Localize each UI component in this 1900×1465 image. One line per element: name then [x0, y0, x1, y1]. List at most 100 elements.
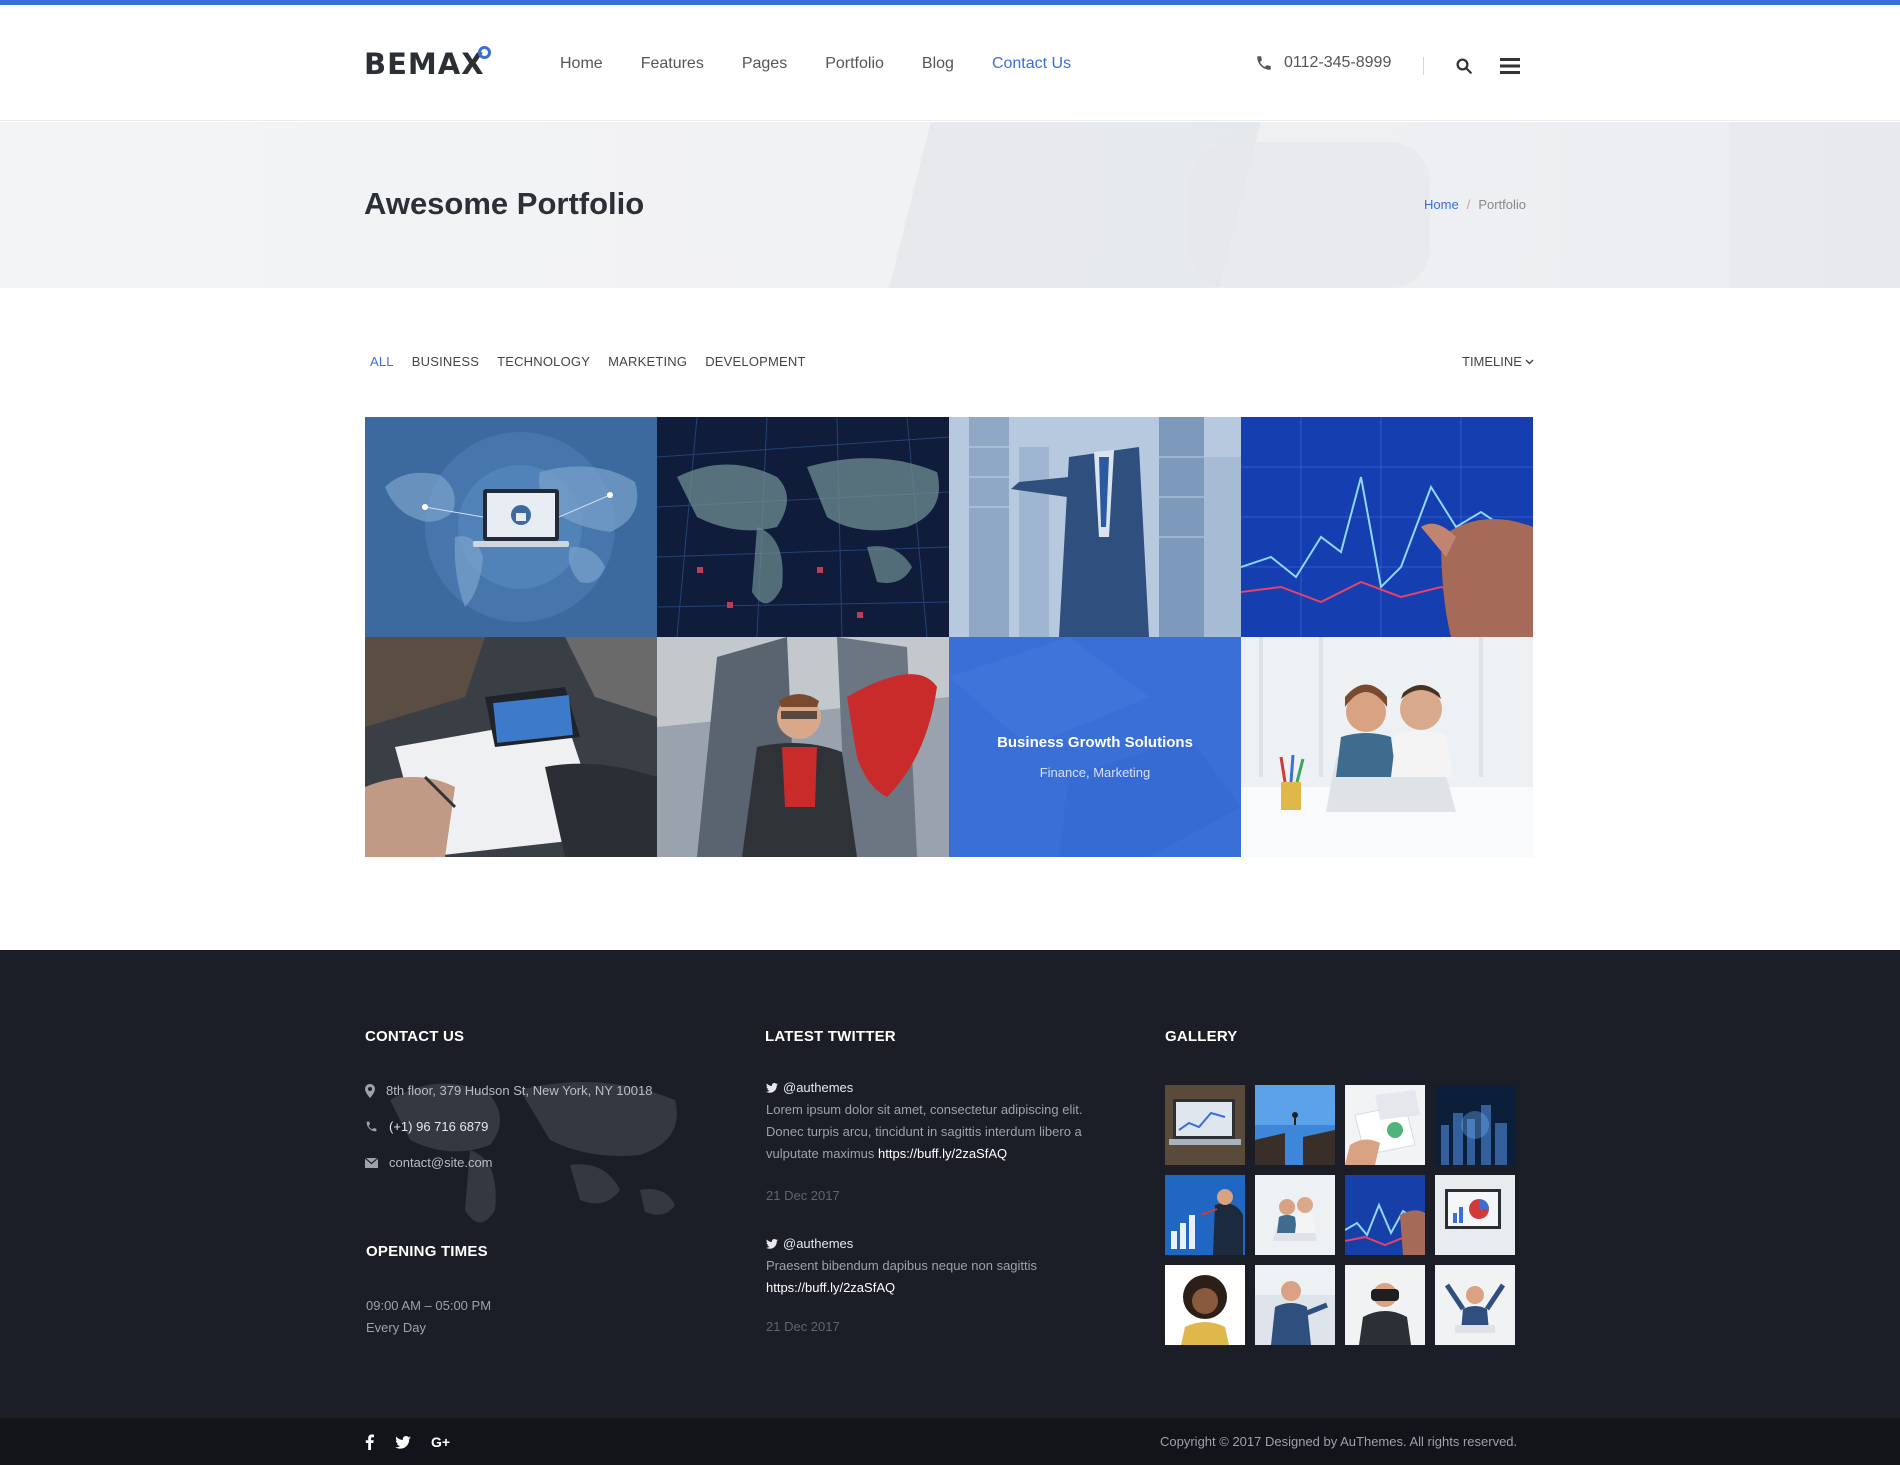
portfolio-item[interactable] [1241, 637, 1533, 857]
phone-icon [1257, 56, 1271, 70]
footer-bottom-bar [0, 1418, 1900, 1465]
footer-gallery-heading: GALLERY [1165, 1028, 1238, 1045]
tweet-link[interactable]: https://buff.ly/2zaSfAQ [878, 1146, 1007, 1161]
tweet-text: Lorem ipsum dolor sit amet, consectetur … [766, 1099, 1106, 1165]
portfolio-item[interactable] [657, 417, 949, 637]
nav-blog[interactable]: Blog [922, 55, 954, 73]
portfolio-image [365, 637, 657, 857]
header-phone-number: 0112-345-8999 [1284, 54, 1392, 71]
gallery-thumb[interactable] [1255, 1265, 1335, 1345]
menu-icon[interactable] [1500, 57, 1520, 75]
chevron-down-icon [1525, 359, 1534, 364]
gallery-thumb[interactable] [1345, 1265, 1425, 1345]
tweet-handle-text: @authemes [783, 1080, 854, 1095]
facebook-icon[interactable] [365, 1434, 374, 1450]
twitter-icon [766, 1082, 778, 1093]
filter-marketing[interactable]: MARKETING [608, 354, 687, 369]
footer-phone[interactable]: (+1) 96 716 6879 [365, 1119, 488, 1134]
footer-phone-text: (+1) 96 716 6879 [389, 1119, 489, 1134]
gallery-thumb[interactable] [1255, 1175, 1335, 1255]
gallery-image [1435, 1085, 1515, 1165]
google-plus-icon[interactable]: G+ [431, 1434, 450, 1450]
footer-email[interactable]: contact@site.com [365, 1155, 493, 1170]
portfolio-item[interactable] [365, 637, 657, 857]
nav-portfolio[interactable]: Portfolio [825, 55, 884, 73]
gallery-image [1345, 1085, 1425, 1165]
envelope-icon [365, 1157, 378, 1168]
gallery-image [1165, 1085, 1245, 1165]
breadcrumb-current: Portfolio [1478, 197, 1527, 212]
footer-twitter-heading: LATEST TWITTER [765, 1028, 896, 1045]
sort-label: TIMELINE [1462, 354, 1522, 369]
gallery-thumb[interactable] [1255, 1085, 1335, 1165]
tweet-date: 21 Dec 2017 [766, 1319, 840, 1334]
gallery-image [1255, 1265, 1335, 1345]
band-background-shade [1730, 122, 1900, 288]
header-divider [1423, 57, 1424, 75]
gallery-image [1255, 1175, 1335, 1255]
footer-address-text: 8th floor, 379 Hudson St, New York, NY 1… [386, 1083, 653, 1098]
breadcrumb-home[interactable]: Home [1424, 197, 1459, 212]
portfolio-image [657, 637, 949, 857]
tweet-handle[interactable]: @authemes [766, 1236, 853, 1251]
nav-pages[interactable]: Pages [742, 55, 787, 73]
gallery-thumb[interactable] [1435, 1085, 1515, 1165]
gallery-thumb[interactable] [1165, 1085, 1245, 1165]
filter-technology[interactable]: TECHNOLOGY [497, 354, 590, 369]
tweet-handle-text: @authemes [783, 1236, 854, 1251]
footer-address: 8th floor, 379 Hudson St, New York, NY 1… [365, 1083, 652, 1098]
portfolio-item[interactable] [365, 417, 657, 637]
gallery-thumb[interactable] [1345, 1175, 1425, 1255]
logo-ring-icon [478, 46, 491, 59]
search-icon[interactable] [1455, 57, 1473, 75]
tweet-text: Praesent bibendum dapibus neque non sagi… [766, 1255, 1106, 1299]
portfolio-item[interactable] [949, 417, 1241, 637]
site-footer [0, 950, 1900, 1418]
portfolio-image [365, 417, 657, 637]
filter-all[interactable]: ALL [370, 354, 394, 369]
breadcrumb-separator: / [1466, 197, 1471, 212]
filter-development[interactable]: DEVELOPMENT [705, 354, 805, 369]
gallery-thumb[interactable] [1165, 1175, 1245, 1255]
nav-home[interactable]: Home [560, 55, 603, 73]
map-marker-icon [365, 1083, 375, 1098]
gallery-thumb[interactable] [1435, 1175, 1515, 1255]
site-header: BEMAX Home Features Pages Portfolio Blog… [0, 5, 1900, 121]
twitter-icon[interactable] [395, 1436, 411, 1449]
portfolio-filters: ALL BUSINESS TECHNOLOGY MARKETING DEVELO… [370, 354, 824, 369]
breadcrumb: Home / Portfolio [1424, 197, 1526, 212]
gallery-thumb[interactable] [1435, 1265, 1515, 1345]
filter-business[interactable]: BUSINESS [412, 354, 479, 369]
nav-features[interactable]: Features [641, 55, 704, 73]
sort-dropdown[interactable]: TIMELINE [1462, 354, 1534, 369]
tweet-link[interactable]: https://buff.ly/2zaSfAQ [766, 1280, 895, 1295]
portfolio-item[interactable] [1241, 417, 1533, 637]
tweet-date: 21 Dec 2017 [766, 1188, 840, 1203]
portfolio-grid: Business Growth Solutions Finance, Marke… [365, 417, 1535, 857]
nav-contact-us[interactable]: Contact Us [992, 55, 1071, 73]
gallery-thumb[interactable] [1165, 1265, 1245, 1345]
portfolio-image [949, 417, 1241, 637]
portfolio-image [657, 417, 949, 637]
footer-opening-heading: OPENING TIMES [366, 1243, 488, 1260]
gallery-thumb[interactable] [1345, 1085, 1425, 1165]
portfolio-item-title: Business Growth Solutions [997, 734, 1193, 751]
gallery-image [1345, 1175, 1425, 1255]
gallery-image [1255, 1085, 1335, 1165]
tweet-text-body: Praesent bibendum dapibus neque non sagi… [766, 1258, 1038, 1273]
portfolio-item[interactable] [657, 637, 949, 857]
footer-email-text: contact@site.com [389, 1155, 493, 1170]
band-background-shade [1190, 142, 1430, 288]
tweet-handle[interactable]: @authemes [766, 1080, 853, 1095]
gallery-image [1165, 1265, 1245, 1345]
site-logo[interactable]: BEMAX [364, 47, 485, 81]
phone-icon [366, 1121, 377, 1132]
footer-contact-heading: CONTACT US [365, 1028, 465, 1045]
header-phone[interactable]: 0112-345-8999 [1255, 54, 1391, 72]
portfolio-item-hovered[interactable]: Business Growth Solutions Finance, Marke… [949, 637, 1241, 857]
main-nav: Home Features Pages Portfolio Blog Conta… [560, 55, 1109, 73]
page-title-band [0, 122, 1900, 288]
twitter-icon [766, 1238, 778, 1249]
footer-opening-days: Every Day [366, 1320, 426, 1335]
footer-opening-hours: 09:00 AM – 05:00 PM [366, 1298, 492, 1313]
